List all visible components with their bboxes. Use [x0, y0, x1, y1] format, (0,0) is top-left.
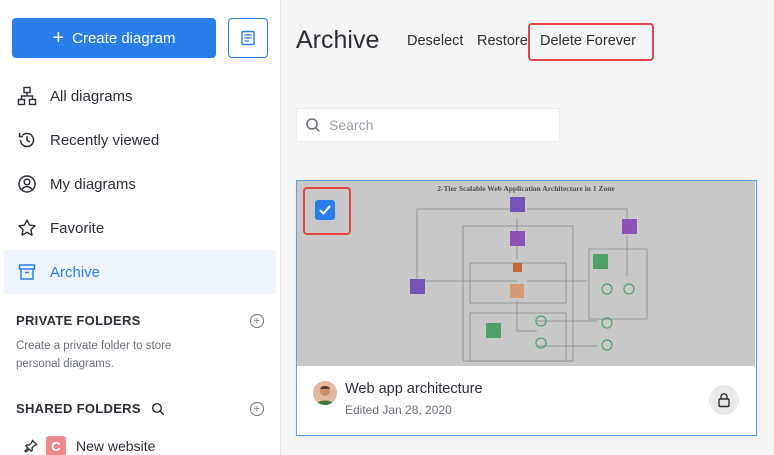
- private-folders-description: Create a private folder to store persona…: [16, 340, 172, 370]
- search-icon: [306, 118, 321, 133]
- pin-icon[interactable]: [24, 439, 38, 453]
- diagram-card[interactable]: 2-Tier Scalable Web Application Architec…: [296, 180, 757, 436]
- shared-folder-label: New website: [76, 438, 156, 454]
- search-box: [296, 108, 560, 142]
- star-icon: [16, 217, 38, 239]
- shared-folders-title: SHARED FOLDERS: [16, 401, 141, 416]
- search-icon[interactable]: [151, 402, 165, 416]
- templates-button[interactable]: [228, 18, 268, 58]
- sidebar-item-favorite[interactable]: Favorite: [4, 206, 276, 250]
- card-footer: Web app architecture Edited Jan 28, 2020: [297, 366, 755, 436]
- private-folders-heading: PRIVATE FOLDERS: [16, 313, 141, 328]
- lock-button[interactable]: [709, 385, 739, 415]
- search-input[interactable]: [329, 117, 549, 133]
- add-shared-folder-button[interactable]: +: [250, 402, 264, 416]
- sidebar-item-label: All diagrams: [50, 87, 133, 105]
- sidebar: + Create diagram All diagrams Recently v…: [0, 0, 281, 455]
- selection-overlay: [297, 181, 755, 366]
- delete-forever-button[interactable]: Delete Forever: [540, 33, 636, 49]
- deselect-button[interactable]: Deselect: [407, 33, 463, 49]
- plus-icon: +: [253, 314, 261, 327]
- sidebar-item-recently-viewed[interactable]: Recently viewed: [4, 118, 276, 162]
- add-private-folder-button[interactable]: +: [250, 314, 264, 328]
- shared-folder-item[interactable]: C New website: [24, 436, 155, 455]
- sidebar-item-archive[interactable]: Archive: [4, 250, 276, 294]
- sidebar-item-label: Recently viewed: [50, 131, 160, 149]
- create-diagram-button[interactable]: + Create diagram: [12, 18, 216, 58]
- sidebar-item-label: Archive: [50, 263, 101, 281]
- page-title: Archive: [296, 26, 380, 54]
- sidebar-item-label: My diagrams: [50, 175, 136, 193]
- folder-logo: C: [46, 436, 66, 455]
- sitemap-icon: [16, 85, 38, 107]
- select-checkbox[interactable]: [315, 200, 335, 220]
- archive-icon: [16, 261, 38, 283]
- check-icon: [319, 205, 331, 215]
- create-diagram-label: Create diagram: [72, 29, 176, 47]
- diagram-name[interactable]: Web app architecture: [345, 381, 483, 397]
- avatar: [313, 381, 337, 405]
- template-icon: [241, 30, 255, 46]
- lock-icon: [718, 393, 730, 408]
- history-icon: [16, 129, 38, 151]
- plus-icon: +: [52, 27, 65, 49]
- plus-icon: +: [253, 402, 261, 415]
- sidebar-item-label: Favorite: [50, 219, 105, 237]
- sidebar-item-my-diagrams[interactable]: My diagrams: [4, 162, 276, 206]
- restore-button[interactable]: Restore: [477, 33, 528, 49]
- shared-folders-heading: SHARED FOLDERS: [16, 401, 165, 416]
- sidebar-nav: All diagrams Recently viewed My diagrams: [4, 74, 276, 294]
- sidebar-item-all-diagrams[interactable]: All diagrams: [4, 74, 276, 118]
- edited-date: Edited Jan 28, 2020: [345, 403, 452, 417]
- user-circle-icon: [16, 173, 38, 195]
- diagram-thumbnail[interactable]: 2-Tier Scalable Web Application Architec…: [297, 181, 755, 366]
